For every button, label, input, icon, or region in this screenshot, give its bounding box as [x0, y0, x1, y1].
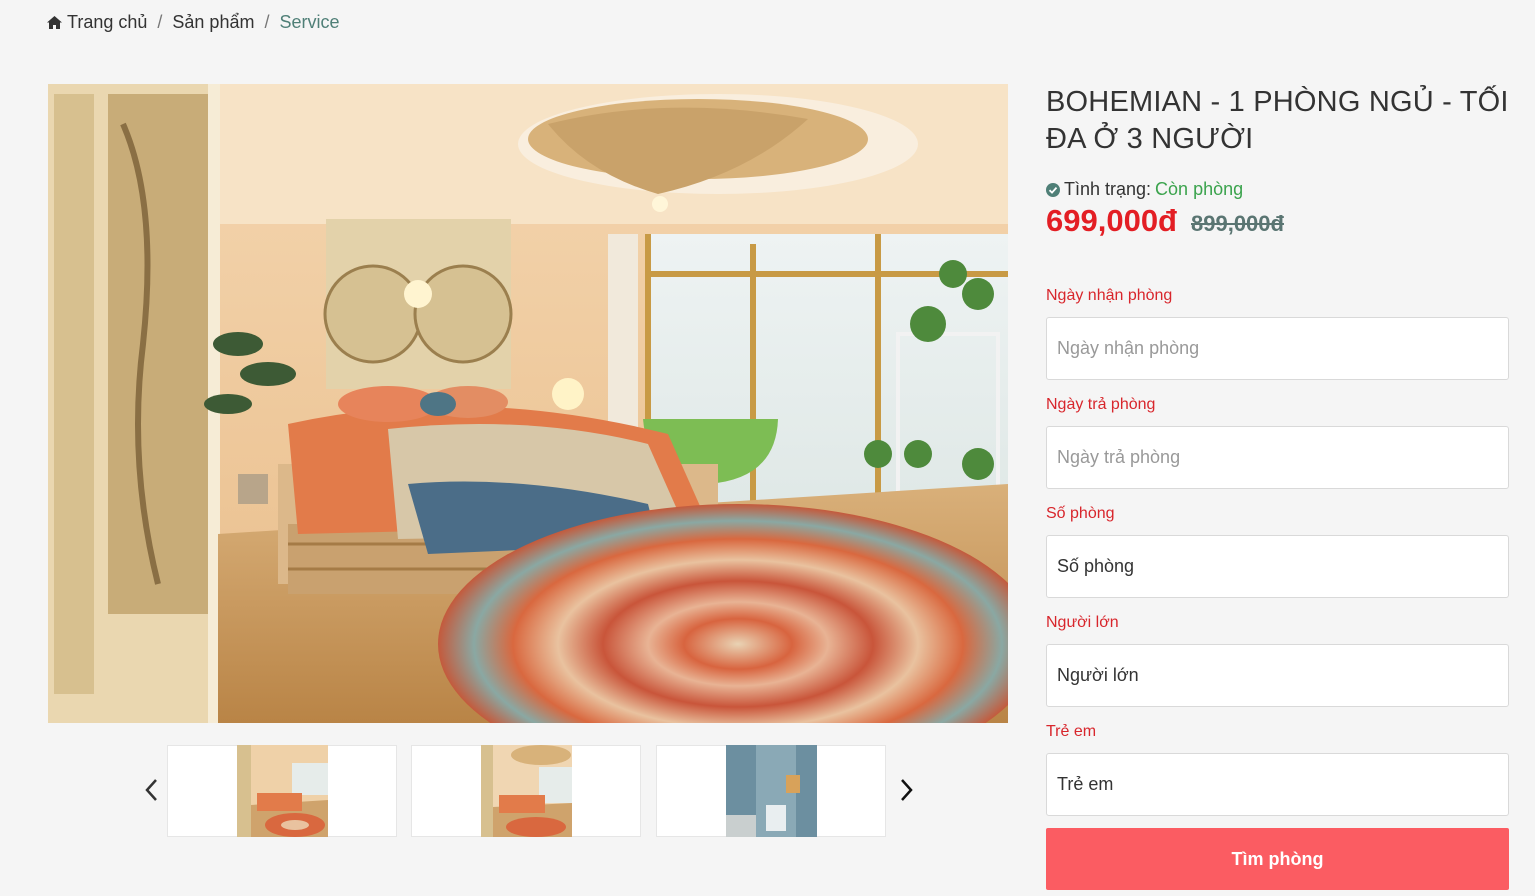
rooms-label: Số phòng [1046, 505, 1115, 522]
checkin-label: Ngày nhận phòng [1046, 287, 1173, 304]
thumbnail-2[interactable] [411, 745, 641, 837]
chevron-right-icon [901, 779, 913, 801]
breadcrumb: Trang chủ / Sản phẩm / Service [46, 12, 340, 33]
home-icon [47, 16, 62, 29]
adults-input[interactable] [1046, 644, 1509, 707]
breadcrumb-current: Service [279, 12, 340, 32]
thumbnail-image [725, 745, 817, 837]
rooms-input[interactable] [1046, 535, 1509, 598]
breadcrumb-separator: / [157, 12, 163, 32]
thumbnail-3[interactable] [656, 745, 886, 837]
product-title: BOHEMIAN - 1 PHÒNG NGỦ - TỐI ĐA Ở 3 NGƯỜ… [1046, 86, 1509, 155]
thumbnail-1[interactable] [167, 745, 397, 837]
availability-status: Tình trạng: Còn phòng [1046, 179, 1243, 200]
price-block: 699,000đ 899,000đ [1046, 203, 1284, 239]
thumbnail-image [236, 745, 328, 837]
breadcrumb-home-label: Trang chủ [67, 12, 148, 32]
checkin-date-input[interactable] [1046, 317, 1509, 380]
breadcrumb-products-link[interactable]: Sản phẩm [172, 12, 254, 33]
status-value: Còn phòng [1155, 179, 1244, 199]
product-main-image [48, 84, 1008, 723]
checkout-label: Ngày trả phòng [1046, 396, 1156, 413]
price-current: 699,000đ [1046, 203, 1177, 238]
breadcrumb-home-link[interactable]: Trang chủ [46, 12, 147, 33]
adults-label: Người lớn [1046, 614, 1119, 631]
search-rooms-button[interactable]: Tìm phòng [1046, 828, 1509, 890]
children-input[interactable] [1046, 753, 1509, 816]
status-label: Tình trạng: [1064, 179, 1152, 199]
chevron-left-icon [145, 779, 157, 801]
children-label: Trẻ em [1046, 723, 1097, 740]
check-circle-icon [1046, 182, 1060, 197]
breadcrumb-separator: / [264, 12, 270, 32]
thumbnail-image [480, 745, 572, 837]
price-original: 899,000đ [1191, 211, 1284, 236]
thumbnail-next-button[interactable] [893, 770, 921, 810]
bedroom-photo [48, 84, 1008, 723]
checkout-date-input[interactable] [1046, 426, 1509, 489]
thumbnail-prev-button[interactable] [137, 770, 165, 810]
